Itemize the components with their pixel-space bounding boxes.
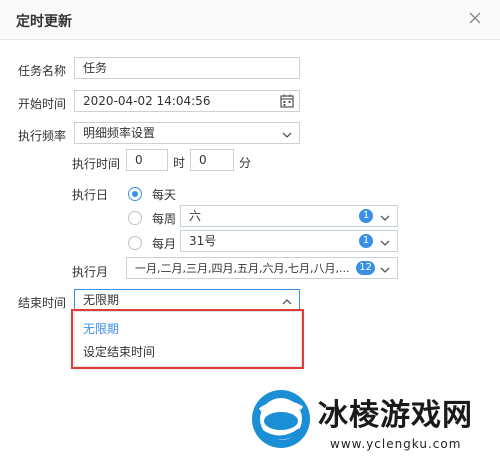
exec-month-count-badge: 12 bbox=[356, 261, 375, 275]
daily-label: 每天 bbox=[152, 188, 177, 202]
frequency-value: 明细频率设置 bbox=[83, 126, 156, 140]
chevron-down-icon bbox=[379, 235, 391, 247]
task-name-input[interactable]: 任务 bbox=[74, 57, 300, 79]
exec-minute-value: 0 bbox=[199, 153, 207, 167]
frequency-label: 执行频率 bbox=[18, 129, 67, 143]
weekly-radio[interactable] bbox=[128, 211, 142, 225]
monthly-select[interactable]: 31号 1 bbox=[180, 230, 398, 252]
daily-radio[interactable] bbox=[128, 187, 142, 201]
monthly-radio[interactable] bbox=[128, 236, 142, 250]
chevron-down-icon bbox=[379, 262, 391, 274]
exec-month-label: 执行月 bbox=[72, 265, 109, 279]
chevron-down-icon bbox=[281, 127, 293, 139]
watermark-title: 冰棱游戏网 bbox=[318, 398, 473, 433]
watermark-url: www.yclengku.com bbox=[330, 437, 462, 451]
hour-unit: 时 bbox=[173, 156, 186, 170]
watermark: 冰棱游戏网 www.yclengku.com bbox=[244, 382, 500, 456]
end-time-dropdown: 无限期 设定结束时间 bbox=[74, 311, 302, 367]
exec-hour-input[interactable]: 0 bbox=[126, 149, 168, 171]
start-time-input[interactable]: 2020-04-02 14:04:56 bbox=[74, 90, 300, 112]
monthly-value: 31号 bbox=[189, 234, 217, 248]
frequency-select[interactable]: 明细频率设置 bbox=[74, 122, 300, 144]
monthly-count-badge: 1 bbox=[359, 234, 373, 248]
watermark-logo bbox=[252, 390, 310, 448]
monthly-label: 每月 bbox=[152, 237, 177, 251]
task-name-value: 任务 bbox=[83, 61, 108, 75]
exec-month-select[interactable]: 一月,二月,三月,四月,五月,六月,七月,八月,... 12 bbox=[126, 257, 398, 279]
dialog-title: 定时更新 bbox=[16, 14, 72, 30]
end-time-select[interactable]: 无限期 bbox=[74, 289, 300, 311]
exec-time-label: 执行时间 bbox=[72, 157, 121, 171]
weekly-count-badge: 1 bbox=[359, 209, 373, 223]
close-icon[interactable] bbox=[466, 9, 484, 27]
scheduled-update-dialog: 定时更新 任务名称 任务 开始时间 2020-04-02 14:04:56 执行… bbox=[0, 0, 500, 456]
weekly-select[interactable]: 六 1 bbox=[180, 205, 398, 227]
exec-month-value: 一月,二月,三月,四月,五月,六月,七月,八月,... bbox=[135, 262, 350, 275]
end-time-value: 无限期 bbox=[83, 293, 120, 307]
minute-unit: 分 bbox=[239, 156, 252, 170]
calendar-icon[interactable] bbox=[280, 94, 294, 108]
dialog-header: 定时更新 bbox=[0, 0, 500, 40]
start-time-value: 2020-04-02 14:04:56 bbox=[83, 94, 211, 108]
exec-hour-value: 0 bbox=[135, 153, 143, 167]
start-time-label: 开始时间 bbox=[18, 97, 67, 111]
weekly-label: 每周 bbox=[152, 212, 177, 226]
task-name-label: 任务名称 bbox=[18, 64, 67, 78]
chevron-down-icon bbox=[379, 210, 391, 222]
chevron-up-icon bbox=[281, 294, 293, 306]
exec-minute-input[interactable]: 0 bbox=[190, 149, 234, 171]
dropdown-option-unlimited[interactable]: 无限期 bbox=[83, 320, 119, 337]
end-time-label: 结束时间 bbox=[18, 296, 67, 310]
weekly-value: 六 bbox=[189, 209, 202, 223]
exec-day-label: 执行日 bbox=[72, 188, 109, 202]
dropdown-option-set-end-time[interactable]: 设定结束时间 bbox=[83, 343, 155, 360]
